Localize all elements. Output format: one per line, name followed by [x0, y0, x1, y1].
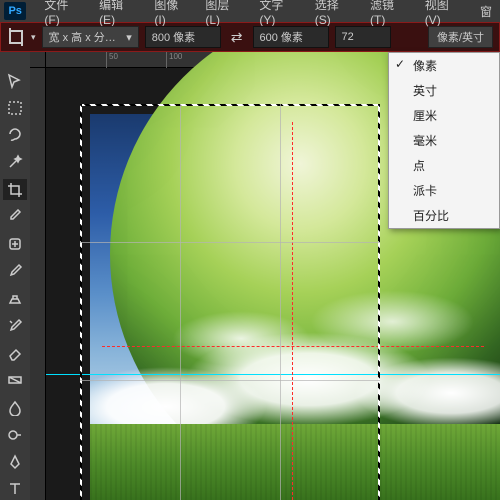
unit-option[interactable]: 像素 [389, 53, 499, 78]
crop-selection[interactable] [80, 104, 380, 500]
swap-dimensions-icon[interactable]: ⇄ [227, 29, 247, 46]
ruler-tick: 100 [166, 52, 182, 68]
unit-option[interactable]: 点 [389, 153, 499, 178]
ruler-tick: 50 [106, 52, 118, 68]
ruler-origin[interactable] [30, 52, 46, 68]
unit-option[interactable]: 厘米 [389, 103, 499, 128]
crop-edge-top[interactable] [80, 104, 380, 106]
ruler-vertical[interactable] [30, 68, 46, 500]
resolution-input[interactable] [335, 26, 391, 48]
crop-preset-dropdown[interactable]: 宽 x 高 x 分… [42, 26, 139, 48]
pen-tool[interactable] [3, 452, 27, 473]
chevron-down-icon[interactable]: ▾ [31, 32, 36, 43]
crop-height-input[interactable] [253, 26, 329, 48]
clone-stamp-tool[interactable] [3, 288, 27, 309]
crop-edge-right[interactable] [378, 104, 380, 500]
crop-tool[interactable] [3, 179, 27, 200]
eyedropper-tool[interactable] [3, 206, 27, 227]
menu-file[interactable]: 文件(F) [36, 0, 89, 29]
lasso-tool[interactable] [3, 125, 27, 146]
crop-grid [80, 104, 380, 500]
healing-brush-tool[interactable] [3, 234, 27, 255]
menu-bar: Ps 文件(F) 编辑(E) 图像(I) 图层(L) 文字(Y) 选择(S) 滤… [0, 0, 500, 22]
dodge-tool[interactable] [3, 424, 27, 445]
menu-edit[interactable]: 编辑(E) [91, 0, 144, 29]
blur-tool[interactable] [3, 397, 27, 418]
type-tool[interactable] [3, 479, 27, 500]
menu-layer[interactable]: 图层(L) [197, 0, 249, 29]
unit-option[interactable]: 派卡 [389, 178, 499, 203]
tools-panel [0, 52, 30, 500]
brush-tool[interactable] [3, 261, 27, 282]
move-tool[interactable] [3, 70, 27, 91]
magic-wand-tool[interactable] [3, 152, 27, 173]
eraser-tool[interactable] [3, 343, 27, 364]
app-logo: Ps [4, 2, 26, 20]
menu-view[interactable]: 视图(V) [417, 0, 470, 29]
unit-option[interactable]: 毫米 [389, 128, 499, 153]
crop-width-input[interactable] [145, 26, 221, 48]
history-brush-tool[interactable] [3, 315, 27, 336]
crop-tool-icon[interactable] [7, 28, 25, 46]
crop-edge-left[interactable] [80, 104, 82, 500]
unit-option[interactable]: 百分比 [389, 203, 499, 228]
menu-image[interactable]: 图像(I) [146, 0, 195, 29]
gradient-tool[interactable] [3, 370, 27, 391]
unit-dropdown-menu: 像素英寸厘米毫米点派卡百分比 [388, 52, 500, 229]
marquee-tool[interactable] [3, 97, 27, 118]
menu-select[interactable]: 选择(S) [307, 0, 360, 29]
menu-window[interactable]: 窗 [472, 1, 500, 22]
unit-option[interactable]: 英寸 [389, 78, 499, 103]
resolution-unit-button[interactable]: 像素/英寸 [428, 26, 493, 48]
menu-filter[interactable]: 滤镜(T) [362, 0, 415, 29]
menu-text[interactable]: 文字(Y) [251, 0, 304, 29]
